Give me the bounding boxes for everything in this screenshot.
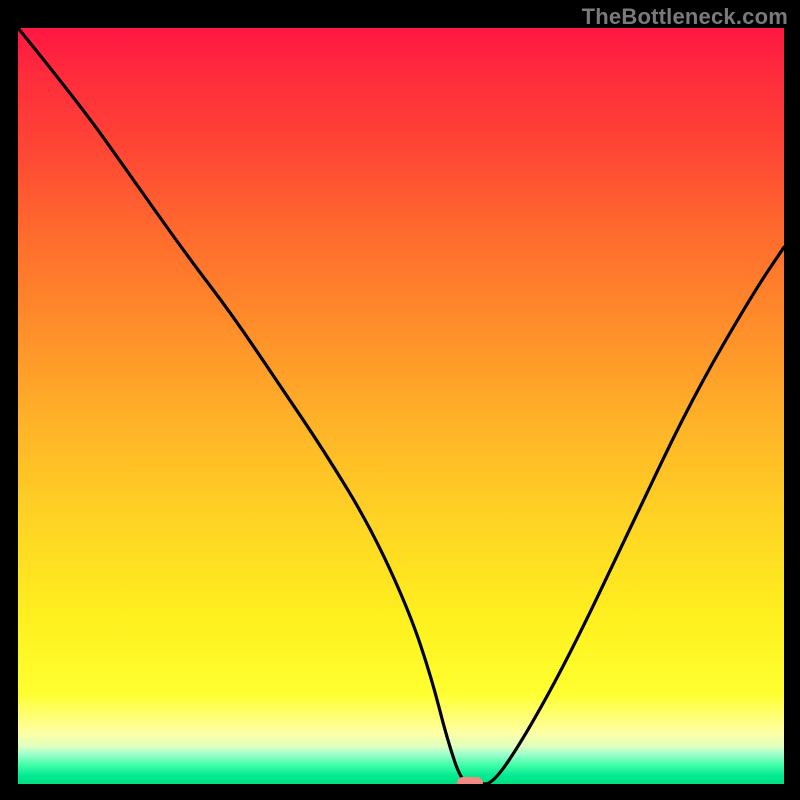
minimum-marker	[457, 777, 483, 784]
bottleneck-curve	[18, 28, 784, 784]
watermark-text: TheBottleneck.com	[582, 4, 788, 30]
curve-path	[18, 28, 784, 784]
plot-area	[18, 28, 784, 784]
chart-container: TheBottleneck.com	[0, 0, 800, 800]
